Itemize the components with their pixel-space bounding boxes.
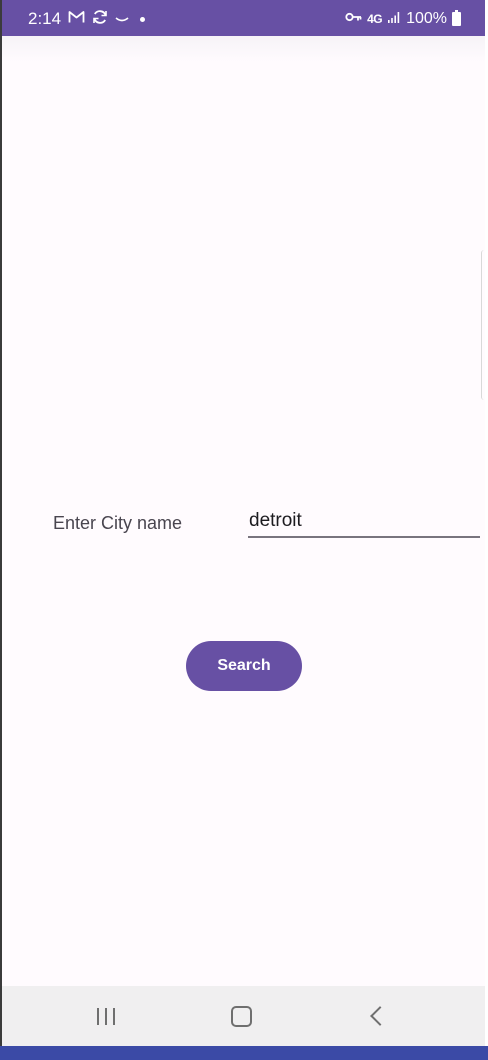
recents-button[interactable] [66, 986, 146, 1046]
status-bar: 2:14 4G 100% [2, 0, 485, 36]
city-name-label: Enter City name [53, 513, 183, 533]
app-bar-shadow [2, 36, 485, 62]
sync-icon [92, 9, 108, 30]
battery-percent: 100% [406, 10, 447, 27]
recents-icon [97, 1007, 115, 1025]
dot-icon [140, 16, 146, 22]
device-frame-left [0, 0, 2, 1046]
tv-icon [115, 9, 129, 29]
status-left: 2:14 [28, 8, 146, 30]
gmail-icon [68, 9, 85, 29]
side-key [481, 250, 486, 400]
battery-icon [452, 10, 461, 26]
home-button[interactable] [201, 986, 281, 1046]
status-right: 4G 100% [345, 8, 461, 30]
navigation-bar [2, 986, 485, 1046]
back-icon [370, 1006, 390, 1026]
lte-icon: 4G [367, 12, 383, 26]
search-button[interactable]: Search [186, 641, 302, 691]
home-icon [230, 1005, 252, 1027]
city-name-input[interactable] [248, 508, 480, 538]
bottom-frame-strip [0, 1046, 488, 1060]
back-button[interactable] [337, 986, 417, 1046]
signal-icon [387, 10, 401, 29]
status-time: 2:14 [28, 9, 62, 28]
vpn-key-icon [345, 10, 362, 28]
